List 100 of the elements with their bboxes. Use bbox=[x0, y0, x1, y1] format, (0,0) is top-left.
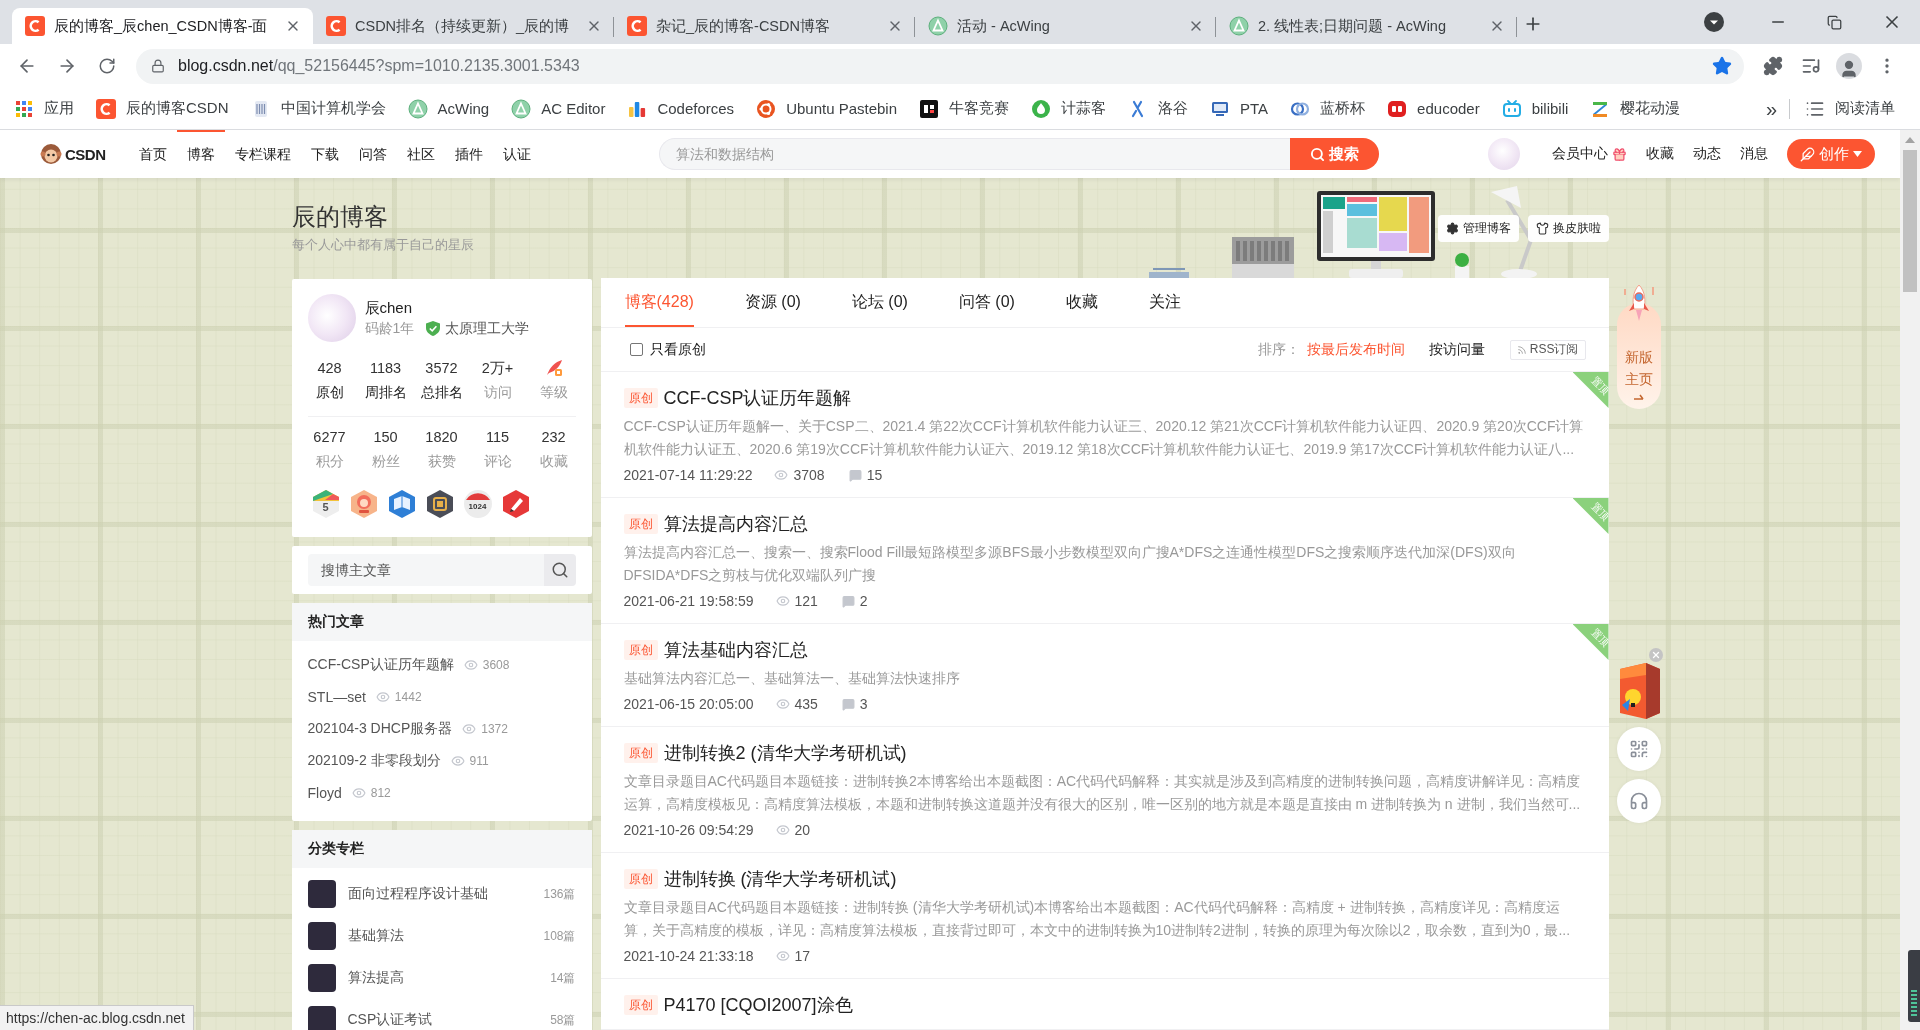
bookmark[interactable]: 樱花动漫 bbox=[1579, 92, 1692, 125]
nav-link[interactable]: 博客 bbox=[176, 130, 225, 178]
nav-link[interactable]: 动态 bbox=[1693, 145, 1721, 163]
article-item[interactable]: 原创 进制转换 (清华大学考研机试) 文章目录题目AC代码题目本题链接：进制转换 (清华大学考研机试)本博客给出本题截图：AC代码代码解释：高精度 + 进制转换，高精度详见：高精度运算，关于高精度的模板，详见：高精度算法模板，直接背过即可，本文中的进制转换为10进制转2进制，转换的原理为每次除以2，取余数，直到为0，最... 2021-10-24 21:33:18 17 bbox=[600, 853, 1609, 979]
bookmark[interactable]: bilibili bbox=[1490, 92, 1580, 125]
nav-link[interactable]: 消息 bbox=[1740, 145, 1768, 163]
bookmark[interactable]: 辰的博客CSDN bbox=[85, 92, 240, 125]
content-tab[interactable]: 论坛 (0) bbox=[851, 278, 908, 327]
header-button[interactable]: 换皮肤啦 bbox=[1527, 215, 1609, 242]
nav-link[interactable]: 专栏课程 bbox=[224, 130, 301, 178]
bookmark[interactable]: Ubuntu Pastebin bbox=[745, 92, 909, 125]
article-item[interactable]: 原创 P4170 [CQOI2007]涂色 bbox=[600, 979, 1609, 1030]
stat-label: 等级 bbox=[539, 383, 568, 402]
nav-link[interactable]: 收藏 bbox=[1646, 145, 1674, 163]
nav-link[interactable]: 下载 bbox=[300, 130, 349, 178]
media-list-icon[interactable] bbox=[1801, 56, 1821, 76]
blog-title: 辰的博客 bbox=[291, 202, 389, 232]
article-item[interactable]: 原创 算法基础内容汇总 基础算法内容汇总一、基础算法一、基础算法快速排序 2021-06-15 20:05:00 435 3 置顶 bbox=[600, 624, 1609, 727]
headset-icon bbox=[1629, 791, 1649, 811]
bookmark[interactable]: AcWing bbox=[396, 92, 501, 125]
bookmark[interactable]: AC Editor bbox=[500, 92, 617, 125]
content-tab[interactable]: 关注 bbox=[1148, 278, 1181, 327]
browser-tab[interactable]: 辰的博客_辰chen_CSDN博客-面 bbox=[12, 8, 313, 44]
bookmark[interactable]: educoder bbox=[1376, 92, 1491, 125]
browser-tab[interactable]: CSDN排名（持续更新）_辰的博 bbox=[313, 8, 614, 44]
article-link[interactable]: 202109-2 非零段划分 bbox=[307, 752, 441, 770]
article-item[interactable] bbox=[600, 372, 1609, 498]
star-icon[interactable] bbox=[1712, 56, 1732, 76]
stat-label[interactable]: 总排名 bbox=[420, 380, 463, 404]
browser-tab[interactable]: 2. 线性表;日期问题 - AcWing bbox=[1216, 8, 1517, 44]
profile-icon[interactable] bbox=[1836, 53, 1862, 79]
reload-icon[interactable] bbox=[98, 57, 116, 75]
article-title[interactable]: 进制转换2 (清华大学考研机试) bbox=[663, 741, 907, 765]
stat-label[interactable]: 原创 bbox=[315, 380, 344, 404]
stat-label: 粉丝 bbox=[371, 452, 400, 471]
bookmark[interactable]: 中国计算机学会 bbox=[239, 92, 397, 125]
article-item[interactable]: 原创 算法提高内容汇总 算法提高内容汇总一、搜索一、搜索Flood Fill最短路模型多源BFS最小步数模型双向广搜A*DFS之连通性模型DFS之搜索顺序迭代加深(DFS)双向DFSIDA*DFS之剪枝与优化双端队列广搜 2021-06-21 19:58:59 121 2 置顶 bbox=[600, 498, 1609, 624]
article-link[interactable]: Floyd bbox=[307, 785, 342, 801]
search-field[interactable]: 算法和数据结构 bbox=[658, 138, 1290, 170]
bookmark[interactable]: 计蒜客 bbox=[1020, 92, 1118, 125]
scrollbar[interactable] bbox=[1900, 130, 1920, 1030]
dropdown-icon[interactable] bbox=[1704, 12, 1724, 32]
category-link[interactable]: CSP认证考试 bbox=[347, 1011, 546, 1029]
article-item[interactable]: 原创 进制转换2 (清华大学考研机试) 文章目录题目AC代码题目本题链接：进制转换2本博客给出本题截图：AC代码代码解释：其实就是涉及到高精度的进制转换问题，高精度讲解详见：高精度运算，高精度模板见：高精度算法模板，本题和进制转换这道题并没有很大的区别，唯一区别的地方就是本题是直接由 m 进制转换为 n 进制，我们当然可... 2021-10-26 09:54:29 20 bbox=[600, 727, 1609, 853]
puzzle-icon[interactable] bbox=[1763, 56, 1783, 76]
header-button[interactable]: 管理博客 bbox=[1437, 215, 1519, 242]
article-title[interactable]: CCF-CSP认证历年题解 bbox=[663, 386, 852, 410]
level-meter-icon bbox=[1908, 950, 1920, 1022]
category-link[interactable]: 算法提高 bbox=[347, 969, 546, 987]
address-field[interactable]: blog.csdn.net/qq_52156445?spm=1010.2135.3001.5343 bbox=[136, 48, 1744, 84]
stat-value: 1183 bbox=[369, 359, 402, 378]
square-logo-icon bbox=[919, 98, 940, 119]
sort-option[interactable]: 按访问量 bbox=[1428, 340, 1485, 359]
article-link[interactable]: CCF-CSP认证历年题解 bbox=[307, 656, 454, 674]
reading-list-button[interactable]: 阅读清单 bbox=[1794, 92, 1906, 125]
stat-label: 获赞 bbox=[427, 452, 456, 471]
search-button[interactable] bbox=[543, 554, 576, 586]
restore-icon[interactable] bbox=[1827, 14, 1842, 30]
content-tab[interactable]: 问答 (0) bbox=[958, 278, 1015, 327]
article-link[interactable]: 202104-3 DHCP服务器 bbox=[307, 720, 453, 738]
stat-label: 访问 bbox=[483, 383, 512, 402]
article-link[interactable]: STL—set bbox=[307, 689, 366, 705]
checkbox-label[interactable]: 只看原创 bbox=[649, 340, 706, 359]
article-title[interactable]: 算法基础内容汇总 bbox=[663, 638, 808, 662]
browser-tab[interactable]: 活动 - AcWing bbox=[915, 8, 1216, 44]
bookmark[interactable]: Codeforces bbox=[616, 92, 746, 125]
nav-link[interactable]: 问答 bbox=[348, 130, 397, 178]
bookmark[interactable]: PTA bbox=[1199, 92, 1280, 125]
rss-button[interactable]: RSS订阅 bbox=[1509, 339, 1586, 360]
original-tag: 原创 bbox=[623, 743, 658, 763]
article-title[interactable]: 进制转换 (清华大学考研机试) bbox=[663, 867, 897, 891]
nav-link[interactable]: 认证 bbox=[492, 130, 541, 178]
bookmark[interactable]: 牛客竞赛 bbox=[908, 92, 1021, 125]
pinned-ribbon: 置顶 bbox=[1572, 372, 1609, 408]
nav-link[interactable]: 插件 bbox=[444, 130, 493, 178]
content-tab[interactable]: 收藏 bbox=[1065, 278, 1098, 327]
category-link[interactable]: 基础算法 bbox=[347, 927, 539, 945]
bookmarks-overflow-button[interactable]: » bbox=[1757, 92, 1785, 125]
browser-tab[interactable]: 杂记_辰的博客-CSDN博客 bbox=[614, 8, 915, 44]
bookmark[interactable]: 蓝桥杯 bbox=[1279, 92, 1377, 125]
stat-label[interactable]: 周排名 bbox=[364, 380, 407, 404]
user-name[interactable]: 辰chen bbox=[364, 298, 530, 318]
nav-link[interactable]: 会员中心 bbox=[1552, 145, 1627, 163]
checkbox[interactable] bbox=[629, 343, 643, 356]
content-tab[interactable]: 资源 (0) bbox=[744, 278, 801, 327]
article-title[interactable]: P4170 [CQOI2007]涂色 bbox=[663, 993, 853, 1017]
nav-link[interactable]: 首页 bbox=[128, 130, 177, 178]
bookmark[interactable]: 应用 bbox=[3, 92, 85, 125]
bookmark[interactable]: 洛谷 bbox=[1117, 92, 1200, 125]
logo-text: CSDN bbox=[65, 145, 106, 163]
c-logo-icon bbox=[25, 16, 45, 36]
hexagon-badge-icon bbox=[386, 489, 417, 519]
comment-icon bbox=[841, 697, 855, 711]
nav-link[interactable]: 社区 bbox=[396, 130, 445, 178]
view-count: 812 bbox=[370, 786, 391, 800]
category-link[interactable]: 面向过程程序设计基础 bbox=[347, 885, 539, 903]
card-heading: 分类专栏 bbox=[291, 830, 592, 868]
search-field[interactable]: 搜博主文章 bbox=[307, 554, 544, 586]
scrollbar-thumb[interactable] bbox=[1903, 150, 1917, 292]
article-title[interactable]: 算法提高内容汇总 bbox=[663, 512, 808, 536]
